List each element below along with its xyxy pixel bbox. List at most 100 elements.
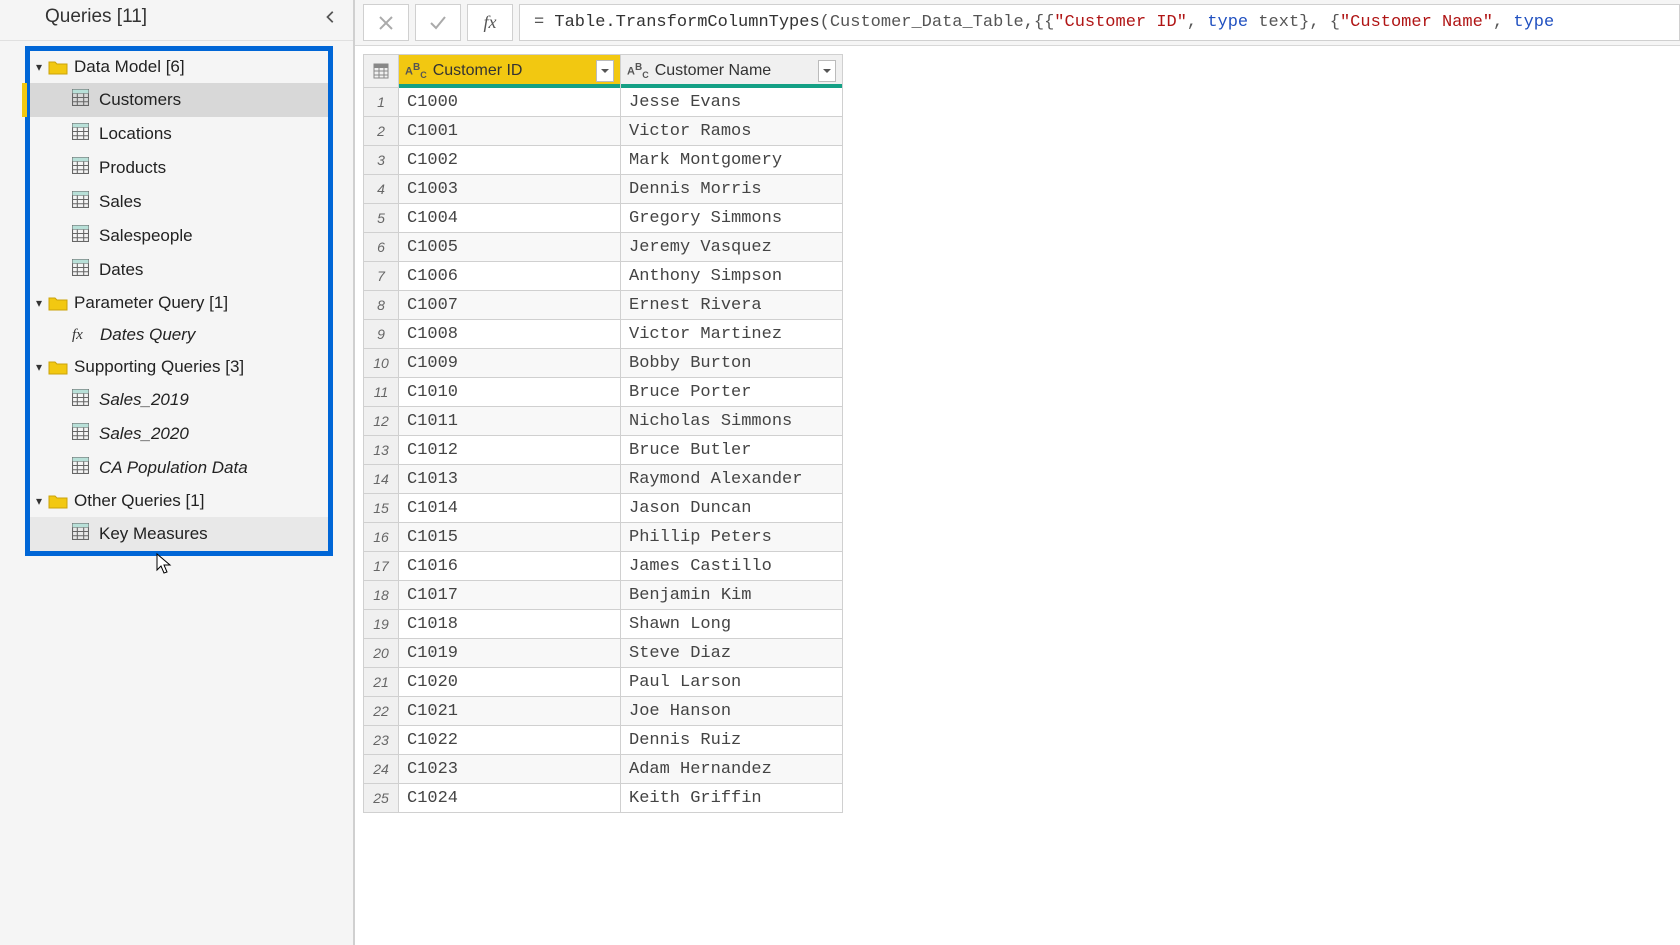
row-number[interactable]: 15 (364, 494, 399, 523)
row-number[interactable]: 11 (364, 378, 399, 407)
table-row[interactable]: 11C1010Bruce Porter (364, 378, 843, 407)
query-folder[interactable]: ▾Other Queries [1] (30, 485, 328, 517)
cell-customer-id[interactable]: C1006 (399, 262, 621, 291)
row-number[interactable]: 25 (364, 784, 399, 813)
table-row[interactable]: 13C1012Bruce Butler (364, 436, 843, 465)
cell-customer-name[interactable]: Shawn Long (621, 610, 843, 639)
cell-customer-name[interactable]: James Castillo (621, 552, 843, 581)
row-number[interactable]: 20 (364, 639, 399, 668)
table-row[interactable]: 24C1023Adam Hernandez (364, 755, 843, 784)
cell-customer-id[interactable]: C1018 (399, 610, 621, 639)
row-number[interactable]: 14 (364, 465, 399, 494)
cell-customer-id[interactable]: C1005 (399, 233, 621, 262)
cell-customer-id[interactable]: C1021 (399, 697, 621, 726)
fx-button[interactable]: fx (467, 4, 513, 41)
cell-customer-id[interactable]: C1003 (399, 175, 621, 204)
query-folder[interactable]: ▾Data Model [6] (30, 51, 328, 83)
query-folder[interactable]: ▾Parameter Query [1] (30, 287, 328, 319)
row-number[interactable]: 13 (364, 436, 399, 465)
cell-customer-name[interactable]: Victor Martinez (621, 320, 843, 349)
cell-customer-id[interactable]: C1007 (399, 291, 621, 320)
cell-customer-id[interactable]: C1023 (399, 755, 621, 784)
cell-customer-id[interactable]: C1024 (399, 784, 621, 813)
query-item[interactable]: Sales_2020 (30, 417, 328, 451)
table-row[interactable]: 6C1005Jeremy Vasquez (364, 233, 843, 262)
row-number[interactable]: 2 (364, 117, 399, 146)
cell-customer-name[interactable]: Steve Diaz (621, 639, 843, 668)
table-row[interactable]: 10C1009Bobby Burton (364, 349, 843, 378)
row-number[interactable]: 7 (364, 262, 399, 291)
query-item[interactable]: Key Measures (30, 517, 328, 551)
cell-customer-name[interactable]: Paul Larson (621, 668, 843, 697)
table-row[interactable]: 25C1024Keith Griffin (364, 784, 843, 813)
query-item[interactable]: Dates (30, 253, 328, 287)
row-number[interactable]: 17 (364, 552, 399, 581)
table-row[interactable]: 15C1014Jason Duncan (364, 494, 843, 523)
table-row[interactable]: 1C1000Jesse Evans (364, 88, 843, 117)
cell-customer-name[interactable]: Gregory Simmons (621, 204, 843, 233)
row-number[interactable]: 24 (364, 755, 399, 784)
cell-customer-name[interactable]: Ernest Rivera (621, 291, 843, 320)
cell-customer-name[interactable]: Nicholas Simmons (621, 407, 843, 436)
cell-customer-id[interactable]: C1000 (399, 88, 621, 117)
cell-customer-id[interactable]: C1001 (399, 117, 621, 146)
table-row[interactable]: 16C1015Phillip Peters (364, 523, 843, 552)
table-row[interactable]: 18C1017Benjamin Kim (364, 581, 843, 610)
query-item[interactable]: fxDates Query (30, 319, 328, 351)
row-number[interactable]: 23 (364, 726, 399, 755)
cell-customer-name[interactable]: Bobby Burton (621, 349, 843, 378)
row-number[interactable]: 10 (364, 349, 399, 378)
query-item[interactable]: Salespeople (30, 219, 328, 253)
cell-customer-id[interactable]: C1013 (399, 465, 621, 494)
cell-customer-id[interactable]: C1014 (399, 494, 621, 523)
cell-customer-name[interactable]: Jason Duncan (621, 494, 843, 523)
row-number[interactable]: 19 (364, 610, 399, 639)
table-row[interactable]: 14C1013Raymond Alexander (364, 465, 843, 494)
row-number[interactable]: 12 (364, 407, 399, 436)
cell-customer-name[interactable]: Bruce Porter (621, 378, 843, 407)
cell-customer-id[interactable]: C1008 (399, 320, 621, 349)
query-item[interactable]: Customers (30, 83, 328, 117)
row-number[interactable]: 4 (364, 175, 399, 204)
query-folder[interactable]: ▾Supporting Queries [3] (30, 351, 328, 383)
cell-customer-name[interactable]: Dennis Ruiz (621, 726, 843, 755)
table-row[interactable]: 8C1007Ernest Rivera (364, 291, 843, 320)
cell-customer-name[interactable]: Victor Ramos (621, 117, 843, 146)
cell-customer-name[interactable]: Anthony Simpson (621, 262, 843, 291)
table-row[interactable]: 23C1022Dennis Ruiz (364, 726, 843, 755)
row-number[interactable]: 22 (364, 697, 399, 726)
row-number[interactable]: 9 (364, 320, 399, 349)
table-row[interactable]: 17C1016James Castillo (364, 552, 843, 581)
cell-customer-name[interactable]: Mark Montgomery (621, 146, 843, 175)
table-row[interactable]: 3C1002Mark Montgomery (364, 146, 843, 175)
cell-customer-name[interactable]: Raymond Alexander (621, 465, 843, 494)
column-filter-button[interactable] (818, 60, 836, 82)
row-number[interactable]: 16 (364, 523, 399, 552)
query-item[interactable]: Locations (30, 117, 328, 151)
table-row[interactable]: 21C1020Paul Larson (364, 668, 843, 697)
table-row[interactable]: 22C1021Joe Hanson (364, 697, 843, 726)
row-number[interactable]: 18 (364, 581, 399, 610)
collapse-sidebar-button[interactable] (321, 7, 341, 27)
cell-customer-id[interactable]: C1009 (399, 349, 621, 378)
query-item[interactable]: Sales (30, 185, 328, 219)
cell-customer-name[interactable]: Jeremy Vasquez (621, 233, 843, 262)
table-row[interactable]: 20C1019Steve Diaz (364, 639, 843, 668)
table-row[interactable]: 7C1006Anthony Simpson (364, 262, 843, 291)
cell-customer-name[interactable]: Keith Griffin (621, 784, 843, 813)
row-number[interactable]: 3 (364, 146, 399, 175)
table-row[interactable]: 2C1001Victor Ramos (364, 117, 843, 146)
cell-customer-id[interactable]: C1016 (399, 552, 621, 581)
cell-customer-id[interactable]: C1017 (399, 581, 621, 610)
formula-bar[interactable]: = Table.TransformColumnTypes(Customer_Da… (519, 4, 1680, 41)
query-item[interactable]: CA Population Data (30, 451, 328, 485)
column-header-customer-id[interactable]: ABC Customer ID (399, 55, 621, 88)
cell-customer-id[interactable]: C1004 (399, 204, 621, 233)
table-row[interactable]: 9C1008Victor Martinez (364, 320, 843, 349)
row-number[interactable]: 5 (364, 204, 399, 233)
table-row[interactable]: 12C1011Nicholas Simmons (364, 407, 843, 436)
table-row[interactable]: 19C1018Shawn Long (364, 610, 843, 639)
cell-customer-name[interactable]: Bruce Butler (621, 436, 843, 465)
column-header-customer-name[interactable]: ABC Customer Name (621, 55, 843, 88)
cell-customer-name[interactable]: Dennis Morris (621, 175, 843, 204)
